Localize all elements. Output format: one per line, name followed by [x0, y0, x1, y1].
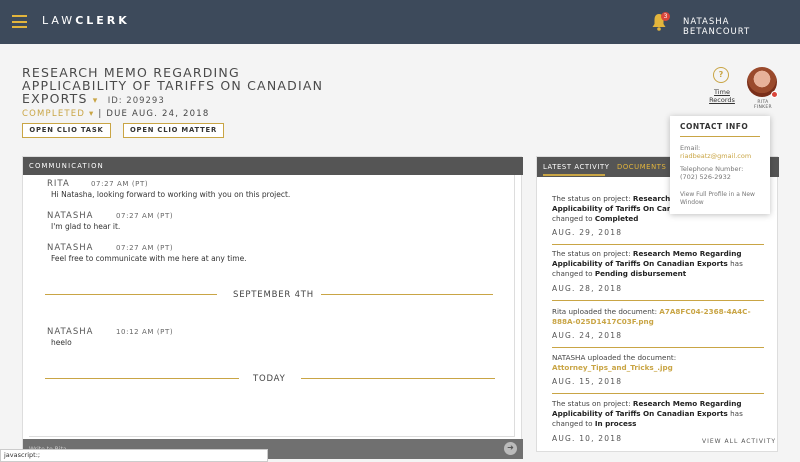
- view-profile-link[interactable]: View Full Profile in a New Window: [680, 191, 760, 207]
- top-nav-bar: LAWCLERK 3 NATASHA BETANCOURT: [0, 0, 800, 44]
- activity-separator: [552, 300, 764, 301]
- logo-light-text: LAW: [42, 14, 76, 27]
- activity-separator: [552, 347, 764, 348]
- activity-date: AUG. 15, 2018: [552, 377, 623, 386]
- date-divider-line: [301, 378, 495, 379]
- activity-text: The status on project:: [552, 249, 633, 258]
- message-text: I'm glad to hear it.: [51, 222, 121, 231]
- project-id: ID: 209293: [107, 96, 165, 106]
- date-divider-label: TODAY: [253, 374, 286, 384]
- activity-separator: [552, 244, 764, 245]
- date-divider-line: [45, 378, 239, 379]
- phone-value: (702) 526-2932: [680, 173, 731, 181]
- message-list[interactable]: [29, 175, 515, 437]
- browser-status-bar: javascript:;: [0, 449, 268, 462]
- activity-item: Rita uploaded the document: A7A8FC04-236…: [552, 307, 764, 327]
- activity-date: AUG. 28, 2018: [552, 284, 623, 293]
- email-label: Email:: [680, 144, 701, 152]
- status-dropdown[interactable]: COMPLETED: [22, 109, 85, 119]
- activity-status: In process: [594, 419, 637, 428]
- activity-text: NATASHA uploaded the document:: [552, 353, 677, 362]
- communication-header: COMMUNICATION: [23, 157, 523, 175]
- page-title: RESEARCH MEMO REGARDING APPLICABILITY OF…: [22, 66, 332, 108]
- email-link[interactable]: riadbeatz@gmail.com: [680, 152, 760, 160]
- activity-item: The status on project: Research Memo Reg…: [552, 399, 764, 429]
- active-tab-indicator: [543, 174, 605, 176]
- status-caret-icon[interactable]: ▾: [89, 109, 94, 119]
- activity-status: Pending disbursement: [594, 269, 687, 278]
- user-name[interactable]: NATASHA BETANCOURT: [683, 17, 800, 37]
- message-time: 07:27 AM (PT): [116, 212, 174, 220]
- due-date: | DUE AUG. 24, 2018: [98, 109, 210, 119]
- activity-date: AUG. 10, 2018: [552, 434, 623, 443]
- activity-status: Completed: [594, 214, 639, 223]
- date-divider-label: SEPTEMBER 4TH: [233, 290, 314, 300]
- message-time: 07:27 AM (PT): [116, 244, 174, 252]
- time-records-link[interactable]: Time Records: [706, 88, 738, 104]
- communication-panel: COMMUNICATION RITA 07:27 AM (PT) Hi Nata…: [22, 156, 523, 459]
- title-dropdown-caret-icon[interactable]: ▾: [93, 96, 99, 106]
- date-divider-line: [45, 294, 217, 295]
- activity-separator: [552, 393, 764, 394]
- clock-icon[interactable]: ?: [713, 67, 729, 83]
- message-author: NATASHA: [47, 243, 94, 253]
- avatar-name: RITA FINKER: [753, 100, 772, 110]
- activity-text: The status on project:: [552, 194, 633, 203]
- phone-label: Telephone Number:: [680, 165, 744, 173]
- status-dot: [771, 91, 778, 98]
- message-author: NATASHA: [47, 327, 94, 337]
- activity-date: AUG. 24, 2018: [552, 331, 623, 340]
- project-title-text: RESEARCH MEMO REGARDING APPLICABILITY OF…: [22, 65, 324, 106]
- notification-count-badge: 3: [661, 12, 670, 21]
- message-author: RITA: [47, 179, 70, 189]
- activity-item: NATASHA uploaded the document: Attorney_…: [552, 353, 764, 373]
- activity-date: AUG. 29, 2018: [552, 228, 623, 237]
- activity-text: Rita uploaded the document:: [552, 307, 660, 316]
- send-icon[interactable]: ➜: [504, 442, 517, 455]
- message-time: 10:12 AM (PT): [116, 328, 174, 336]
- message-text: Feel free to communicate with me here at…: [51, 254, 247, 263]
- message-text: heelo: [51, 338, 72, 347]
- message-time: 07:27 AM (PT): [91, 180, 149, 188]
- status-line: COMPLETED ▾ | DUE AUG. 24, 2018: [22, 109, 209, 119]
- contact-info-popup: CONTACT INFO Email: riadbeatz@gmail.com …: [670, 116, 770, 214]
- message-text: Hi Natasha, looking forward to working w…: [51, 190, 291, 199]
- tab-documents[interactable]: DOCUMENTS: [617, 157, 666, 177]
- logo-bold-text: CLERK: [75, 14, 130, 27]
- app-logo[interactable]: LAWCLERK: [42, 14, 130, 27]
- document-link[interactable]: Attorney_Tips_and_Tricks_.jpg: [552, 363, 673, 372]
- date-divider-line: [321, 294, 493, 295]
- open-clio-matter-button[interactable]: OPEN CLIO MATTER: [123, 123, 224, 138]
- open-clio-task-button[interactable]: OPEN CLIO TASK: [22, 123, 111, 138]
- activity-item: The status on project: Research Memo Reg…: [552, 249, 764, 279]
- activity-text: The status on project:: [552, 399, 633, 408]
- menu-icon[interactable]: [12, 15, 27, 28]
- popup-title: CONTACT INFO: [680, 122, 760, 137]
- view-all-activity-link[interactable]: VIEW ALL ACTIVITY: [702, 438, 776, 445]
- message-author: NATASHA: [47, 211, 94, 221]
